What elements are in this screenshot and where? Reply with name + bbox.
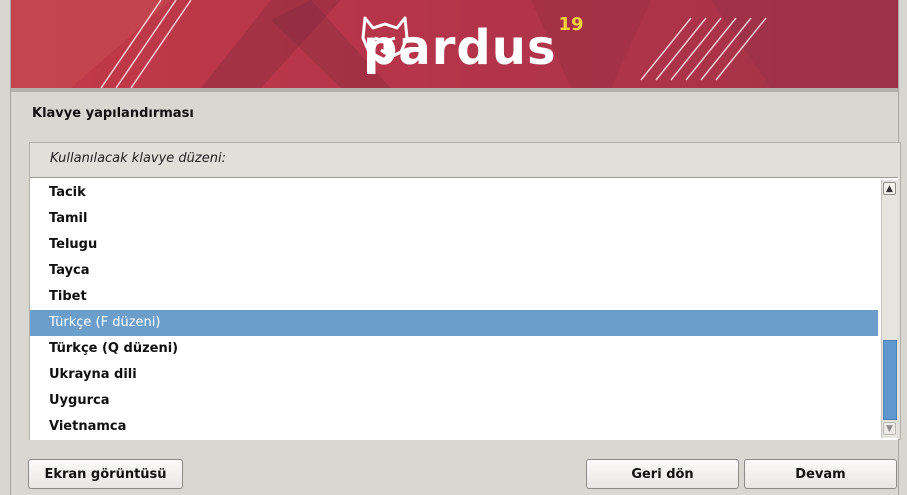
keyboard-layout-item[interactable]: Tacik (30, 180, 878, 206)
screenshot-button[interactable]: Ekran görüntüsü (28, 459, 183, 489)
keyboard-layout-item[interactable]: Ukrayna dili (30, 362, 878, 388)
pardus-banner: pardus 19 (11, 0, 898, 88)
list-scrollbar[interactable]: ▲ ▼ (881, 180, 898, 438)
scroll-thumb[interactable] (883, 340, 897, 420)
question-label: Kullanılacak klavye düzeni: (50, 151, 226, 166)
keyboard-layout-item[interactable]: Türkçe (Q düzeni) (30, 336, 878, 362)
banner-divider (11, 88, 898, 92)
keyboard-layout-item[interactable]: Tamil (30, 206, 878, 232)
pardus-logo: pardus 19 (357, 8, 584, 88)
keyboard-layout-item[interactable]: Uygurca (30, 388, 878, 414)
lynx-head-icon (361, 16, 409, 62)
continue-button[interactable]: Devam (744, 459, 897, 489)
keyboard-layout-item[interactable]: Türkçe (F düzeni) (30, 310, 878, 336)
keyboard-layout-panel: Kullanılacak klavye düzeni: ▲ ▼ Tacik Tam… (29, 142, 901, 440)
keyboard-layout-item[interactable]: Telugu (30, 232, 878, 258)
logo-version: 19 (558, 14, 584, 35)
scroll-down-icon[interactable]: ▼ (883, 422, 896, 435)
keyboard-layout-item[interactable]: Vietnamca (30, 414, 878, 440)
installer-window: pardus 19 Klavye yapılandırması Kullanıl… (10, 0, 901, 495)
keyboard-layout-item[interactable]: Tibet (30, 284, 878, 310)
keyboard-layout-list[interactable]: ▲ ▼ Tacik Tamil Telugu Tayca Tibet Türkçe (F … (30, 177, 898, 440)
keyboard-layout-item[interactable]: Tayca (30, 258, 878, 284)
scroll-up-icon[interactable]: ▲ (883, 182, 896, 195)
page-title: Klavye yapılandırması (32, 106, 194, 121)
back-button[interactable]: Geri dön (586, 459, 739, 489)
